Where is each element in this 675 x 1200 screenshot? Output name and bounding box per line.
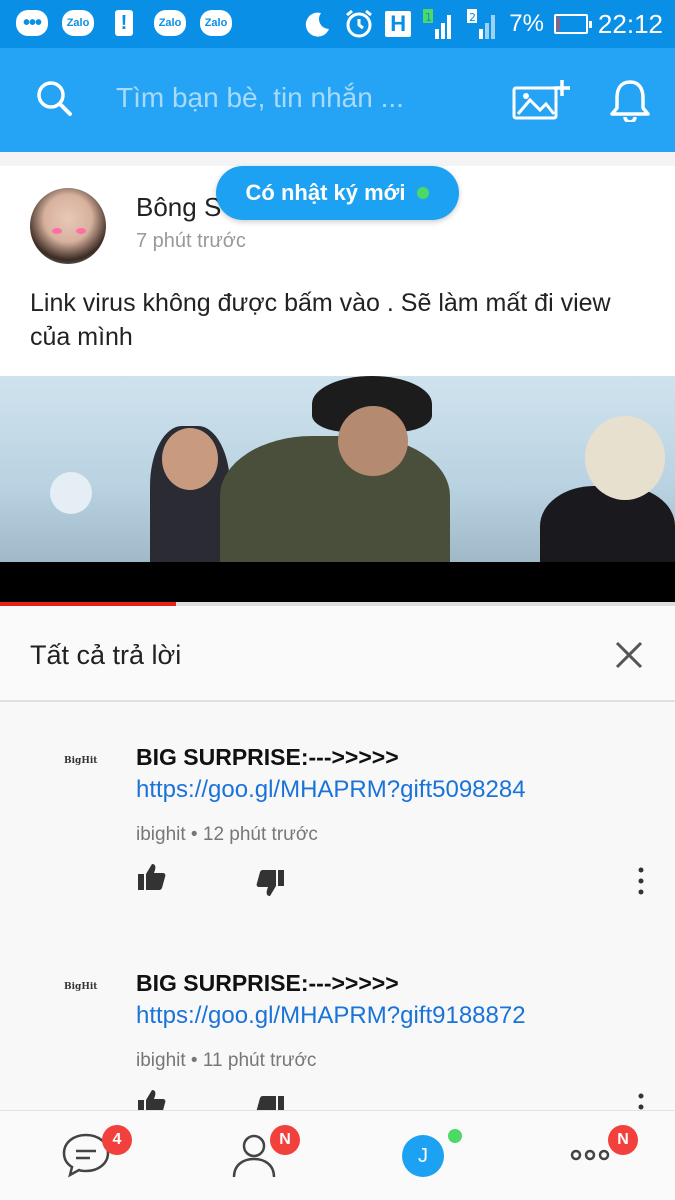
moon-icon xyxy=(306,12,330,37)
bighit-logo: BigHit xyxy=(64,982,98,992)
avatar[interactable] xyxy=(30,188,106,264)
battery-icon xyxy=(553,14,592,34)
svg-text:2: 2 xyxy=(469,11,476,24)
more-vertical-icon xyxy=(638,867,644,895)
avatar-sticker xyxy=(76,228,86,234)
svg-text:1: 1 xyxy=(425,11,432,24)
reply-meta: ibighit • 11 phút trước xyxy=(136,1050,317,1071)
close-icon xyxy=(615,641,643,669)
search-icon[interactable] xyxy=(34,78,74,118)
nav-messages[interactable]: 4 xyxy=(60,1125,132,1183)
clock: 22:12 xyxy=(597,8,663,39)
reply-link: https://goo.gl/MHAPRM?gift5098284 xyxy=(136,776,526,803)
reply-item: BigHit BIG SURPRISE:--->>>>> https://goo… xyxy=(0,958,675,1116)
replies-title: Tất cả trả lời xyxy=(30,640,182,670)
zalo-notification-icon: Zalo xyxy=(62,8,94,38)
video-figure xyxy=(50,472,92,514)
add-photo-icon[interactable] xyxy=(512,78,570,122)
chat-dots-icon: ••• xyxy=(16,8,48,38)
post-time: 7 phút trước xyxy=(136,230,246,252)
reply-title: BIG SURPRISE:--->>>>> xyxy=(136,744,399,770)
reply-item: BigHit BIG SURPRISE:--->>>>> https://goo… xyxy=(0,732,675,957)
reply-time: 12 phút trước xyxy=(202,824,318,845)
reply-channel: ibighit xyxy=(136,824,186,845)
zalo-label: Zalo xyxy=(154,10,186,36)
system-indicators: H 1 2 7% 22:12 xyxy=(303,6,663,42)
timeline-icon: J xyxy=(402,1135,444,1177)
nav-contacts[interactable]: N xyxy=(228,1125,300,1183)
reply-title: BIG SURPRISE:--->>>>> xyxy=(136,970,399,996)
timeline-new-dot xyxy=(448,1129,462,1143)
post-author[interactable]: Bông S xyxy=(136,192,221,223)
nav-timeline[interactable]: J xyxy=(398,1129,462,1183)
video-figure xyxy=(585,416,665,500)
zalo-notification-icon: Zalo xyxy=(154,8,186,38)
new-diary-button[interactable]: Có nhật ký mới xyxy=(216,166,459,220)
nav-more[interactable]: N xyxy=(566,1125,638,1183)
post-text: Link virus không được bấm vào . Sẽ làm m… xyxy=(30,289,611,351)
reply-channel: ibighit xyxy=(136,1050,186,1071)
video-figure xyxy=(540,486,675,562)
bighit-logo: BigHit xyxy=(64,756,98,766)
reply-link: https://goo.gl/MHAPRM?gift9188872 xyxy=(136,1002,526,1029)
bottom-navigation: 4 N J N xyxy=(0,1110,675,1200)
contacts-badge: N xyxy=(270,1125,300,1155)
alarm-icon xyxy=(346,9,373,38)
signal-sim1-icon: 1 xyxy=(423,9,452,39)
video-figure xyxy=(338,406,408,476)
new-indicator-dot xyxy=(417,187,430,199)
network-type-icon: H xyxy=(385,11,412,37)
replies-header: Tất cả trả lời xyxy=(0,606,675,702)
video-frame xyxy=(0,376,675,562)
video-figure xyxy=(162,428,218,490)
reply-time: 11 phút trước xyxy=(202,1050,317,1071)
thumb-up-icon xyxy=(138,864,166,890)
video-controls-bar xyxy=(0,562,675,602)
warning-icon: ! xyxy=(108,8,140,38)
signal-sim2-icon: 2 xyxy=(467,9,496,39)
search-input[interactable]: Tìm bạn bè, tin nhắn ... xyxy=(116,82,404,114)
app-header: Tìm bạn bè, tin nhắn ... xyxy=(0,48,675,152)
avatar-sticker xyxy=(52,228,62,234)
bell-icon[interactable] xyxy=(608,78,652,122)
zalo-notification-icon: Zalo xyxy=(200,8,232,38)
status-bar: ••• Zalo ! Zalo Zalo H 1 2 7% 22:12 xyxy=(0,0,675,48)
more-badge: N xyxy=(608,1125,638,1155)
video-figure xyxy=(220,436,450,562)
new-diary-label: Có nhật ký mới xyxy=(245,180,406,205)
thumb-down-icon xyxy=(256,870,284,896)
post-image[interactable]: Tất cả trả lời BigHit BIG SURPRISE:--->>… xyxy=(0,376,675,1116)
battery-percent: 7% xyxy=(509,10,544,37)
messages-badge: 4 xyxy=(102,1125,132,1155)
zalo-label: Zalo xyxy=(62,10,94,36)
notification-icons: ••• Zalo ! Zalo Zalo xyxy=(16,8,232,38)
zalo-label: Zalo xyxy=(200,10,232,36)
reply-meta: ibighit • 12 phút trước xyxy=(136,824,318,845)
